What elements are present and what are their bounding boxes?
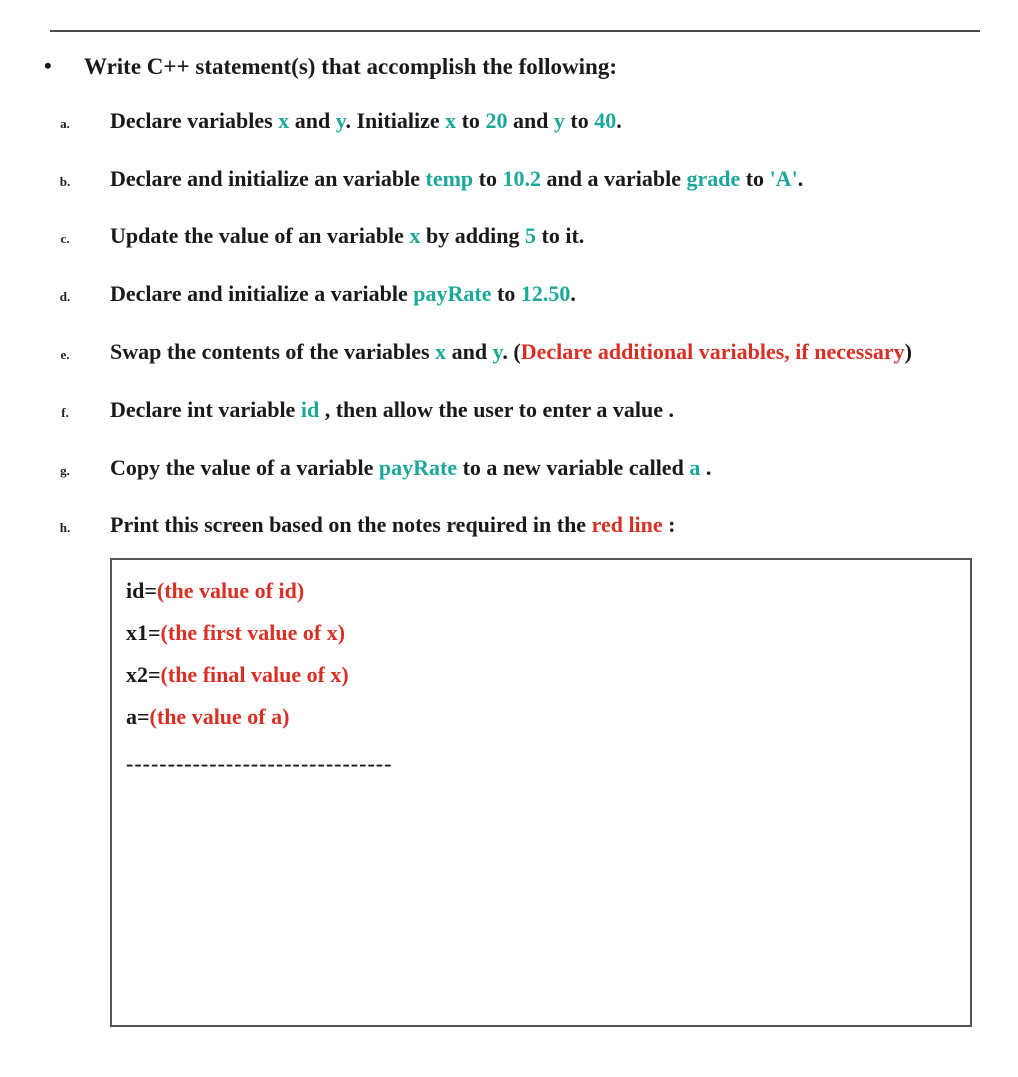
text: . ( [502, 339, 520, 364]
text: and [446, 339, 492, 364]
text: Print this screen based on the notes req… [110, 512, 592, 537]
item-g-text: Copy the value of a variable payRate to … [110, 447, 990, 489]
item-h-marker: h. [20, 515, 110, 541]
text: to a new variable called [457, 455, 689, 480]
text: : [663, 512, 676, 537]
text: to [740, 166, 769, 191]
label: x1= [126, 620, 161, 645]
output-line-id: id=(the value of id) [126, 570, 956, 612]
main-bullet-item: • Write C++ statement(s) that accomplish… [20, 52, 990, 82]
placeholder: (the value of a) [150, 704, 290, 729]
text: to [473, 166, 502, 191]
text: Declare variables [110, 108, 278, 133]
text: to it. [536, 223, 584, 248]
output-line-x1: x1=(the first value of x) [126, 612, 956, 654]
var-id: id [301, 397, 319, 422]
text: . Initialize [346, 108, 446, 133]
text: . [798, 166, 804, 191]
item-h-text: Print this screen based on the notes req… [110, 504, 990, 546]
label: id= [126, 578, 157, 603]
item-e-marker: e. [20, 342, 110, 368]
item-f: f. Declare int variable id , then allow … [20, 381, 990, 439]
text: . [570, 281, 576, 306]
item-b: b. Declare and initialize an variable te… [20, 150, 990, 208]
item-e: e. Swap the contents of the variables x … [20, 323, 990, 381]
item-b-text: Declare and initialize an variable temp … [110, 158, 990, 200]
item-g-marker: g. [20, 458, 110, 484]
var-x: x [445, 108, 456, 133]
text: and a variable [541, 166, 686, 191]
text: . [616, 108, 622, 133]
text: by adding [420, 223, 525, 248]
text: and [289, 108, 335, 133]
item-d-text: Declare and initialize a variable payRat… [110, 273, 990, 315]
val-10-2: 10.2 [503, 166, 542, 191]
label: a= [126, 704, 150, 729]
item-c-marker: c. [20, 226, 110, 252]
sub-list: a. Declare variables x and y. Initialize… [20, 92, 990, 554]
item-a-text: Declare variables x and y. Initialize x … [110, 100, 990, 142]
red-note: Declare additional variables, if necessa… [521, 339, 905, 364]
text: to [565, 108, 594, 133]
val-12-50: 12.50 [521, 281, 571, 306]
item-c: c. Update the value of an variable x by … [20, 207, 990, 265]
red-line-label: red line [592, 512, 663, 537]
item-h: h. Print this screen based on the notes … [20, 496, 990, 554]
item-g: g. Copy the value of a variable payRate … [20, 439, 990, 497]
val-a: 'A' [770, 166, 798, 191]
output-line-a: a=(the value of a) [126, 696, 956, 738]
var-x: x [435, 339, 446, 364]
bullet-icon: • [20, 52, 84, 81]
var-x: x [409, 223, 420, 248]
text: Declare int variable [110, 397, 301, 422]
var-y: y [336, 108, 346, 133]
item-f-text: Declare int variable id , then allow the… [110, 389, 990, 431]
text: Declare and initialize an variable [110, 166, 426, 191]
item-a: a. Declare variables x and y. Initialize… [20, 92, 990, 150]
var-y: y [554, 108, 565, 133]
text: Swap the contents of the variables [110, 339, 435, 364]
text: Declare and initialize a variable [110, 281, 413, 306]
main-heading: Write C++ statement(s) that accomplish t… [84, 52, 617, 82]
val-40: 40 [594, 108, 616, 133]
text: and [507, 108, 553, 133]
item-d-marker: d. [20, 284, 110, 310]
item-a-marker: a. [20, 111, 110, 137]
placeholder: (the final value of x) [161, 662, 349, 687]
var-x: x [278, 108, 289, 133]
text: to [492, 281, 521, 306]
var-grade: grade [686, 166, 740, 191]
text: , then allow the user to enter a value . [319, 397, 674, 422]
output-line-x2: x2=(the final value of x) [126, 654, 956, 696]
item-e-text: Swap the contents of the variables x and… [110, 331, 990, 373]
text: ) [905, 339, 912, 364]
placeholder: (the first value of x) [161, 620, 346, 645]
text: to [456, 108, 485, 133]
text: . [700, 455, 711, 480]
val-5: 5 [525, 223, 536, 248]
var-payrate: payRate [413, 281, 491, 306]
item-d: d. Declare and initialize a variable pay… [20, 265, 990, 323]
placeholder: (the value of id) [157, 578, 304, 603]
horizontal-rule [50, 30, 980, 32]
page: • Write C++ statement(s) that accomplish… [0, 0, 1018, 1077]
item-f-marker: f. [20, 400, 110, 426]
var-a: a [689, 455, 700, 480]
var-payrate: payRate [379, 455, 457, 480]
output-box: id=(the value of id) x1=(the first value… [110, 558, 972, 1027]
var-y: y [493, 339, 503, 364]
item-c-text: Update the value of an variable x by add… [110, 215, 990, 257]
var-temp: temp [426, 166, 474, 191]
val-20: 20 [485, 108, 507, 133]
label: x2= [126, 662, 161, 687]
separator-dashes: -------------------------------- [126, 743, 956, 785]
text: Copy the value of a variable [110, 455, 379, 480]
text: Update the value of an variable [110, 223, 409, 248]
item-b-marker: b. [20, 169, 110, 195]
